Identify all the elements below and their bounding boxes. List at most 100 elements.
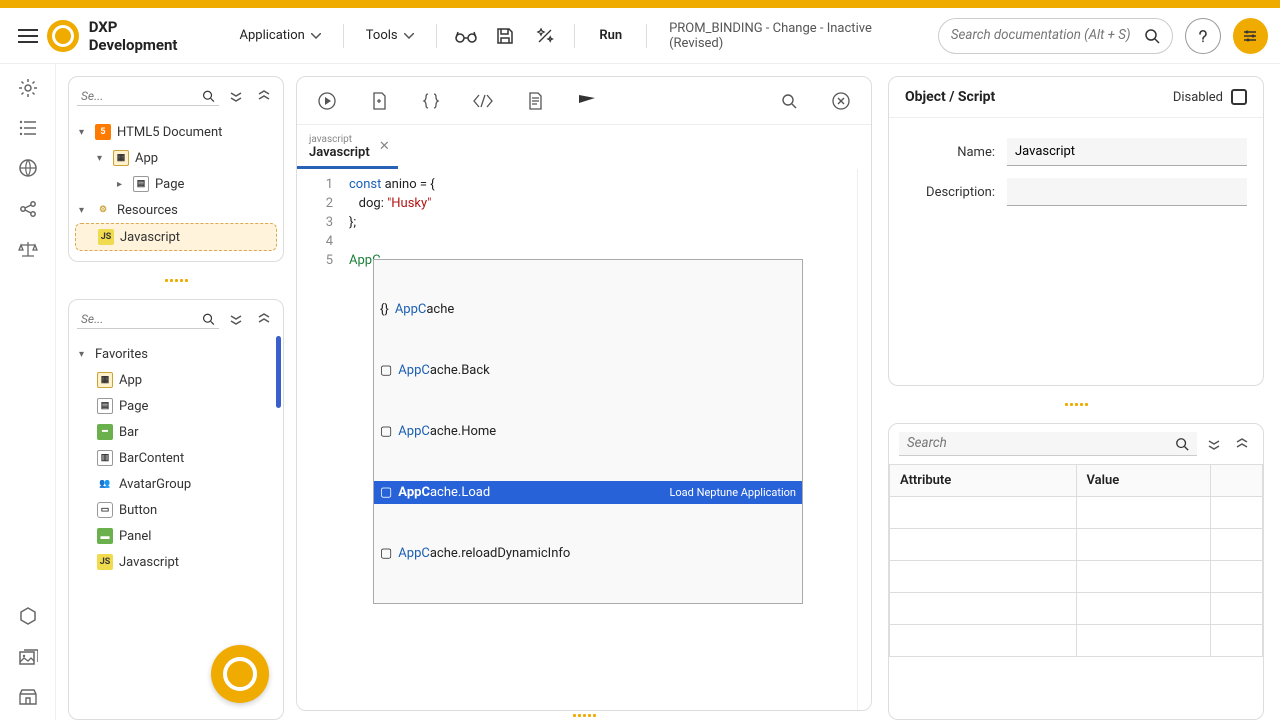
chat-bubble-button[interactable] [211,645,269,703]
tree-label: App [135,151,158,166]
doc-search[interactable] [938,18,1174,54]
store-icon[interactable] [18,688,38,706]
minimap[interactable] [857,169,871,710]
play-icon[interactable] [309,83,345,119]
outline-search[interactable] [77,87,219,106]
tree-node-resources[interactable]: ▾ ⚙ Resources [75,197,277,223]
scrollbar-thumb[interactable] [276,336,281,408]
disabled-label: Disabled [1173,90,1223,105]
description-label: Description: [905,185,995,200]
name-label: Name: [905,145,995,160]
glasses-icon[interactable] [449,18,484,54]
tree-node-page[interactable]: ▸ ▤ Page [75,171,277,197]
column-attribute[interactable]: Attribute [890,465,1077,497]
gear-icon[interactable] [18,78,38,98]
list-item[interactable]: ━Bar [75,419,277,445]
close-icon[interactable]: ✕ [379,139,390,154]
code-content[interactable]: const anino = { dog: "Husky" }; AppC {}A… [343,169,857,710]
save-icon[interactable] [488,18,523,54]
hamburger-menu[interactable] [12,20,43,52]
menu-tools[interactable]: Tools [356,8,424,64]
braces-icon[interactable] [413,83,449,119]
favorites-search-input[interactable] [81,312,202,326]
editor-tabs: javascript Javascript ✕ [297,125,871,169]
hexagon-icon[interactable] [18,606,38,626]
left-column: ▾ 5 HTML5 Document ▾ ▦ App ▸ ▤ Page ▾ ⚙ [56,64,292,720]
table-row[interactable] [890,625,1263,657]
menu-application[interactable]: Application [230,8,331,64]
favorites-header[interactable]: ▾ Favorites [75,342,277,367]
expand-down-icon[interactable] [1203,433,1225,455]
list-item[interactable]: ▬Panel [75,523,277,549]
line-gutter: 12345 [297,169,343,710]
right-column: Object / Script Disabled Name: Descripti… [880,64,1280,720]
document-icon[interactable] [517,83,553,119]
divider [574,24,575,48]
collapse-up-icon[interactable] [253,308,275,330]
attributes-search[interactable] [899,432,1197,456]
balance-icon[interactable] [18,240,38,258]
flag-icon[interactable] [569,83,605,119]
autocomplete-item[interactable]: ▢AppCache.Home [374,420,802,443]
list-item[interactable]: ▭Button [75,497,277,523]
panel-resize-handle[interactable] [296,711,872,720]
list-item-label: Panel [119,529,151,544]
description-field[interactable] [1007,178,1247,206]
collapse-up-icon[interactable] [1231,433,1253,455]
search-icon[interactable] [771,83,807,119]
autocomplete-item[interactable]: {}AppCache [374,298,802,321]
attributes-search-input[interactable] [907,436,1175,451]
table-row[interactable] [890,561,1263,593]
panel-resize-handle[interactable] [888,400,1264,409]
code-icon[interactable] [465,83,501,119]
favorites-search[interactable] [77,310,219,329]
list-item-label: Page [119,399,148,414]
disabled-checkbox[interactable]: Disabled [1173,89,1247,105]
run-button[interactable]: Run [587,28,634,43]
images-icon[interactable] [18,648,38,666]
list-item[interactable]: ▦App [75,367,277,393]
collapse-up-icon[interactable] [253,85,275,107]
list-item[interactable]: 👥AvatarGroup [75,471,277,497]
divider [646,24,647,48]
column-value[interactable]: Value [1076,465,1210,497]
list-item[interactable]: ▤Page [75,393,277,419]
table-row[interactable] [890,593,1263,625]
attributes-table: Attribute Value [889,464,1263,657]
globe-icon[interactable] [18,158,38,178]
expand-down-icon[interactable] [225,85,247,107]
table-row[interactable] [890,497,1263,529]
tree-node-html5[interactable]: ▾ 5 HTML5 Document [75,119,277,145]
doc-search-input[interactable] [951,28,1145,43]
list-icon[interactable] [19,120,37,136]
settings-button[interactable] [1233,18,1268,54]
chevron-down-icon [311,33,321,39]
close-circle-icon[interactable] [823,83,859,119]
autocomplete-item[interactable]: ▢AppCache.Back [374,359,802,382]
autocomplete-item-selected[interactable]: ▢AppCache.LoadLoad Neptune Application [374,481,802,504]
tree-label: HTML5 Document [117,125,222,140]
brand-logo [47,20,78,52]
outline-search-input[interactable] [81,89,202,103]
list-item[interactable]: JSJavascript [75,549,277,575]
table-row[interactable] [890,529,1263,561]
breadcrumb: PROM_BINDING - Change - Inactive (Revise… [659,21,934,51]
magic-wand-icon[interactable] [527,18,562,54]
tree-node-app[interactable]: ▾ ▦ App [75,145,277,171]
editor-tab-javascript[interactable]: javascript Javascript ✕ [297,125,398,169]
properties-title: Object / Script [905,89,995,105]
list-item-label: App [119,373,142,388]
search-icon [202,89,215,103]
autocomplete-item[interactable]: ▢AppCache.reloadDynamicInfo [374,542,802,565]
share-icon[interactable] [19,200,37,218]
file-export-icon[interactable] [361,83,397,119]
code-editor[interactable]: 12345 const anino = { dog: "Husky" }; Ap… [297,169,871,710]
name-field[interactable] [1007,138,1247,166]
list-item[interactable]: ▥BarContent [75,445,277,471]
help-icon[interactable] [1185,18,1220,54]
list-item-label: AvatarGroup [119,477,191,492]
list-item-label: Button [119,503,157,518]
tree-node-javascript[interactable]: JS Javascript [75,223,277,251]
panel-resize-handle[interactable] [68,276,284,285]
expand-down-icon[interactable] [225,308,247,330]
